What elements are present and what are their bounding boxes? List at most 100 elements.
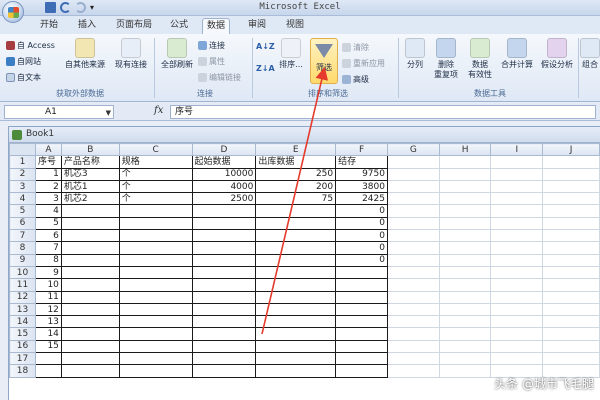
cell-h4[interactable]	[438, 192, 492, 206]
cell-i7[interactable]	[490, 229, 544, 243]
cell-e6[interactable]	[255, 216, 337, 231]
cell-c4[interactable]: 个	[118, 192, 193, 206]
cell-d15[interactable]	[191, 327, 257, 341]
cell-j7[interactable]	[542, 229, 600, 243]
cell-a7[interactable]: 6	[34, 229, 62, 243]
consolidate-button[interactable]: 合并计算	[498, 38, 536, 70]
cell-c17[interactable]	[118, 352, 193, 366]
column-header-d[interactable]: D	[191, 142, 257, 157]
cell-b6[interactable]	[60, 216, 120, 231]
cell-a4[interactable]: 3	[34, 192, 62, 206]
cell-f11[interactable]	[335, 278, 388, 292]
cell-g1[interactable]	[386, 155, 440, 169]
cell-b17[interactable]	[60, 352, 120, 366]
cell-i11[interactable]	[490, 278, 544, 292]
cell-i8[interactable]	[490, 241, 544, 255]
column-header-g[interactable]: G	[386, 142, 440, 157]
sort-button[interactable]: 排序...	[276, 38, 306, 70]
cell-d5[interactable]	[191, 204, 257, 218]
cell-a16[interactable]: 15	[34, 339, 62, 354]
column-header-c[interactable]: C	[118, 142, 193, 157]
from-text-button[interactable]: 自文本	[6, 72, 41, 83]
cell-h13[interactable]	[438, 302, 492, 317]
column-header-j[interactable]: J	[542, 142, 600, 157]
cell-e2[interactable]: 250	[255, 167, 337, 181]
cell-a2[interactable]: 1	[34, 167, 62, 181]
cell-f12[interactable]	[335, 290, 388, 304]
name-box[interactable]: A1 ▼	[4, 105, 114, 119]
cell-c8[interactable]	[118, 241, 193, 255]
chevron-down-icon[interactable]: ▼	[106, 107, 111, 119]
cell-g12[interactable]	[386, 290, 440, 304]
cell-h7[interactable]	[438, 229, 492, 243]
cell-d10[interactable]	[191, 265, 257, 280]
cell-c18[interactable]	[118, 364, 193, 378]
cell-j6[interactable]	[542, 216, 600, 231]
cell-b18[interactable]	[60, 364, 120, 378]
cell-g18[interactable]	[386, 364, 440, 378]
cell-j2[interactable]	[542, 167, 600, 181]
cell-b14[interactable]	[60, 315, 120, 329]
row-header[interactable]: 8	[9, 241, 36, 255]
cell-j4[interactable]	[542, 192, 600, 206]
cell-i14[interactable]	[490, 315, 544, 329]
cell-c14[interactable]	[118, 315, 193, 329]
cell-f10[interactable]	[335, 265, 388, 280]
cell-d12[interactable]	[191, 290, 257, 304]
cell-e4[interactable]: 75	[255, 192, 337, 206]
cell-f7[interactable]: 0	[335, 229, 388, 243]
office-button[interactable]	[2, 1, 24, 23]
cell-a1[interactable]: 序号	[34, 155, 62, 169]
cell-i12[interactable]	[490, 290, 544, 304]
row-header[interactable]: 12	[9, 290, 36, 304]
tab-view[interactable]: 视图	[282, 18, 308, 34]
existing-connections-button[interactable]: 现有连接	[110, 38, 152, 70]
cell-d3[interactable]: 4000	[191, 179, 257, 194]
cell-j3[interactable]	[542, 179, 600, 194]
cell-e17[interactable]	[255, 352, 337, 366]
cell-i1[interactable]	[490, 155, 544, 169]
cell-c15[interactable]	[118, 327, 193, 341]
cell-h9[interactable]	[438, 253, 492, 267]
cell-g10[interactable]	[386, 265, 440, 280]
cell-b9[interactable]	[60, 253, 120, 267]
cell-f17[interactable]	[335, 352, 388, 366]
cell-e11[interactable]	[255, 278, 337, 292]
row-header[interactable]: 13	[9, 302, 36, 317]
cell-i2[interactable]	[490, 167, 544, 181]
cell-b4[interactable]: 机芯2	[60, 192, 120, 206]
cell-f15[interactable]	[335, 327, 388, 341]
row-header[interactable]: 6	[9, 216, 36, 231]
connections-button[interactable]: 连接	[198, 40, 225, 51]
cell-h17[interactable]	[438, 352, 492, 366]
cell-b8[interactable]	[60, 241, 120, 255]
column-header-a[interactable]: A	[34, 142, 62, 157]
cell-a9[interactable]: 8	[34, 253, 62, 267]
clear-filter-button[interactable]: 清除	[342, 42, 369, 53]
filter-button[interactable]: 筛选	[310, 38, 338, 84]
cell-b3[interactable]: 机芯1	[60, 179, 120, 194]
properties-button[interactable]: 属性	[198, 56, 225, 67]
cell-g16[interactable]	[386, 339, 440, 354]
cell-e9[interactable]	[255, 253, 337, 267]
cell-c5[interactable]	[118, 204, 193, 218]
cell-e15[interactable]	[255, 327, 337, 341]
cell-g13[interactable]	[386, 302, 440, 317]
cell-a5[interactable]: 4	[34, 204, 62, 218]
cell-h15[interactable]	[438, 327, 492, 341]
cell-a17[interactable]	[34, 352, 62, 366]
cell-g14[interactable]	[386, 315, 440, 329]
cell-b2[interactable]: 机芯3	[60, 167, 120, 181]
cell-c10[interactable]	[118, 265, 193, 280]
cell-c16[interactable]	[118, 339, 193, 354]
cell-c9[interactable]	[118, 253, 193, 267]
cell-e8[interactable]	[255, 241, 337, 255]
column-header-b[interactable]: B	[60, 142, 120, 157]
cell-d9[interactable]	[191, 253, 257, 267]
from-other-sources-button[interactable]: 自其他来源	[62, 38, 108, 70]
cell-b11[interactable]	[60, 278, 120, 292]
sort-descending-button[interactable]: Z↓A	[256, 64, 275, 73]
cell-d14[interactable]	[191, 315, 257, 329]
cell-d18[interactable]	[191, 364, 257, 378]
cell-i13[interactable]	[490, 302, 544, 317]
